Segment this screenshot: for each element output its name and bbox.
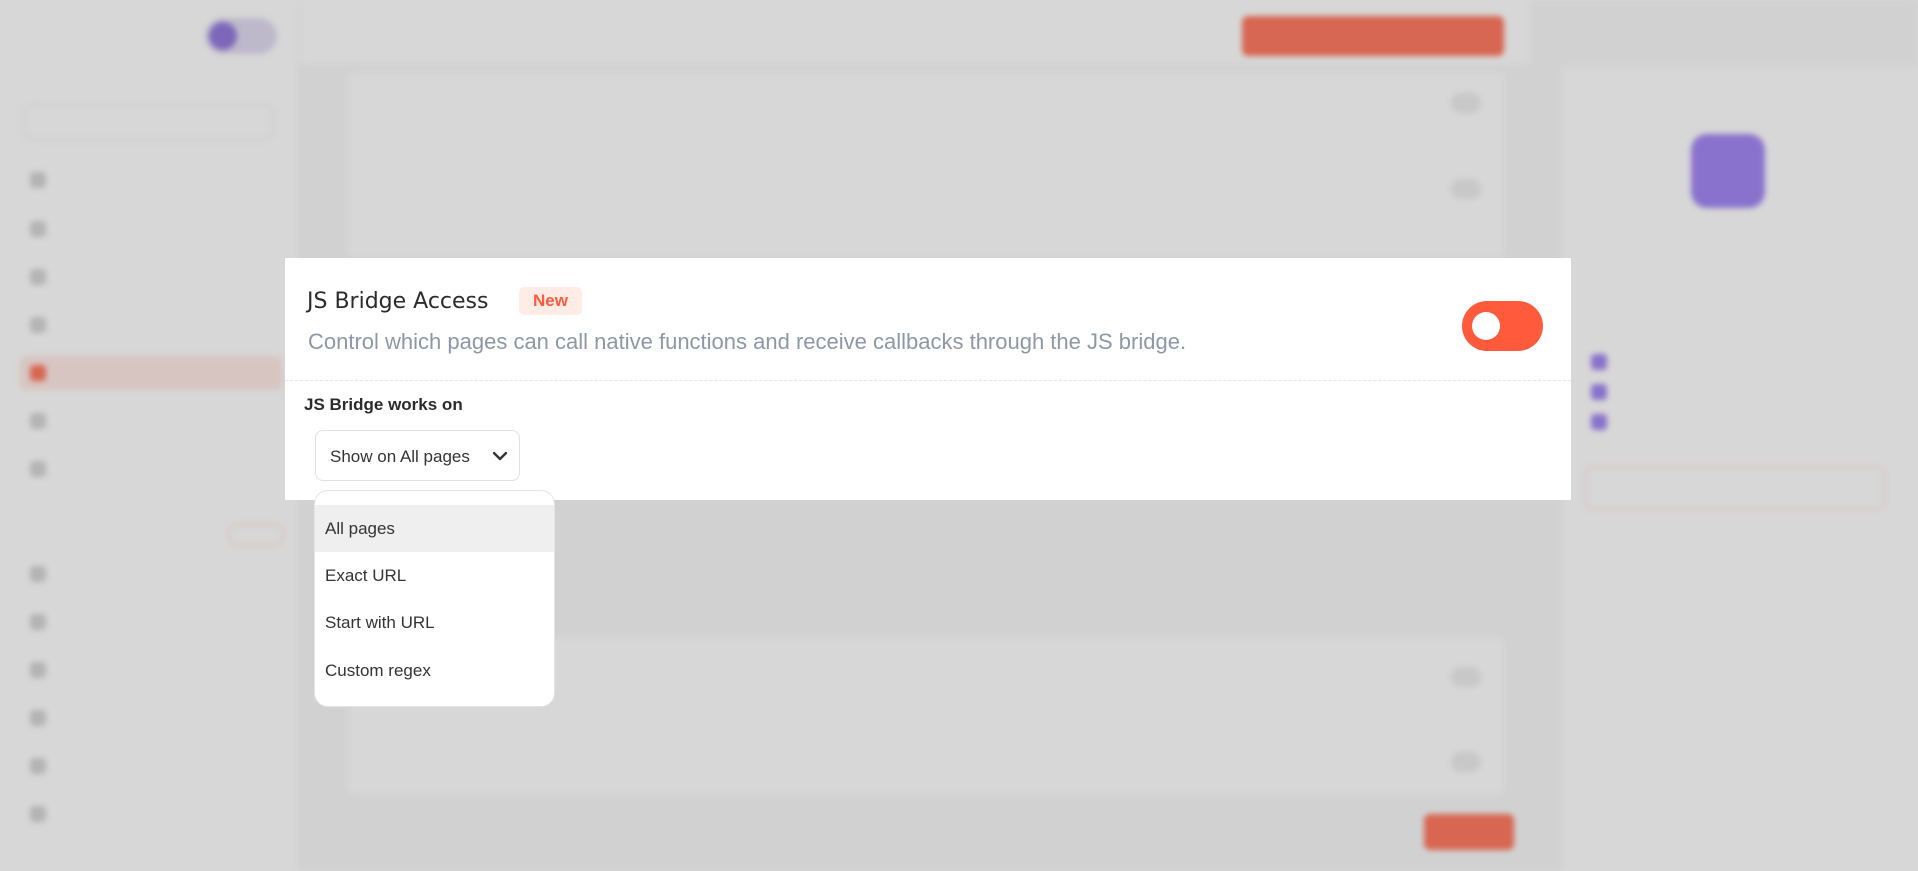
works-on-select[interactable]: Show on All pages xyxy=(315,430,520,481)
js-bridge-toggle[interactable] xyxy=(1462,301,1543,351)
option-exact-url[interactable]: Exact URL xyxy=(315,552,554,599)
toggle-knob xyxy=(1472,312,1500,340)
works-on-dropdown-menu: All pages Exact URL Start with URL Custo… xyxy=(314,490,555,707)
chevron-down-icon xyxy=(492,451,508,461)
option-all-pages[interactable]: All pages xyxy=(315,505,554,552)
works-on-label: JS Bridge works on xyxy=(304,395,463,414)
option-custom-regex[interactable]: Custom regex xyxy=(315,647,554,694)
js-bridge-access-card: JS Bridge Access New Control which pages… xyxy=(285,258,1571,500)
select-value: Show on All pages xyxy=(330,447,470,466)
divider xyxy=(285,380,1571,381)
card-description: Control which pages can call native func… xyxy=(308,329,1187,354)
new-badge: New xyxy=(519,287,582,315)
option-start-with-url[interactable]: Start with URL xyxy=(315,599,554,646)
card-title: JS Bridge Access xyxy=(307,289,489,314)
